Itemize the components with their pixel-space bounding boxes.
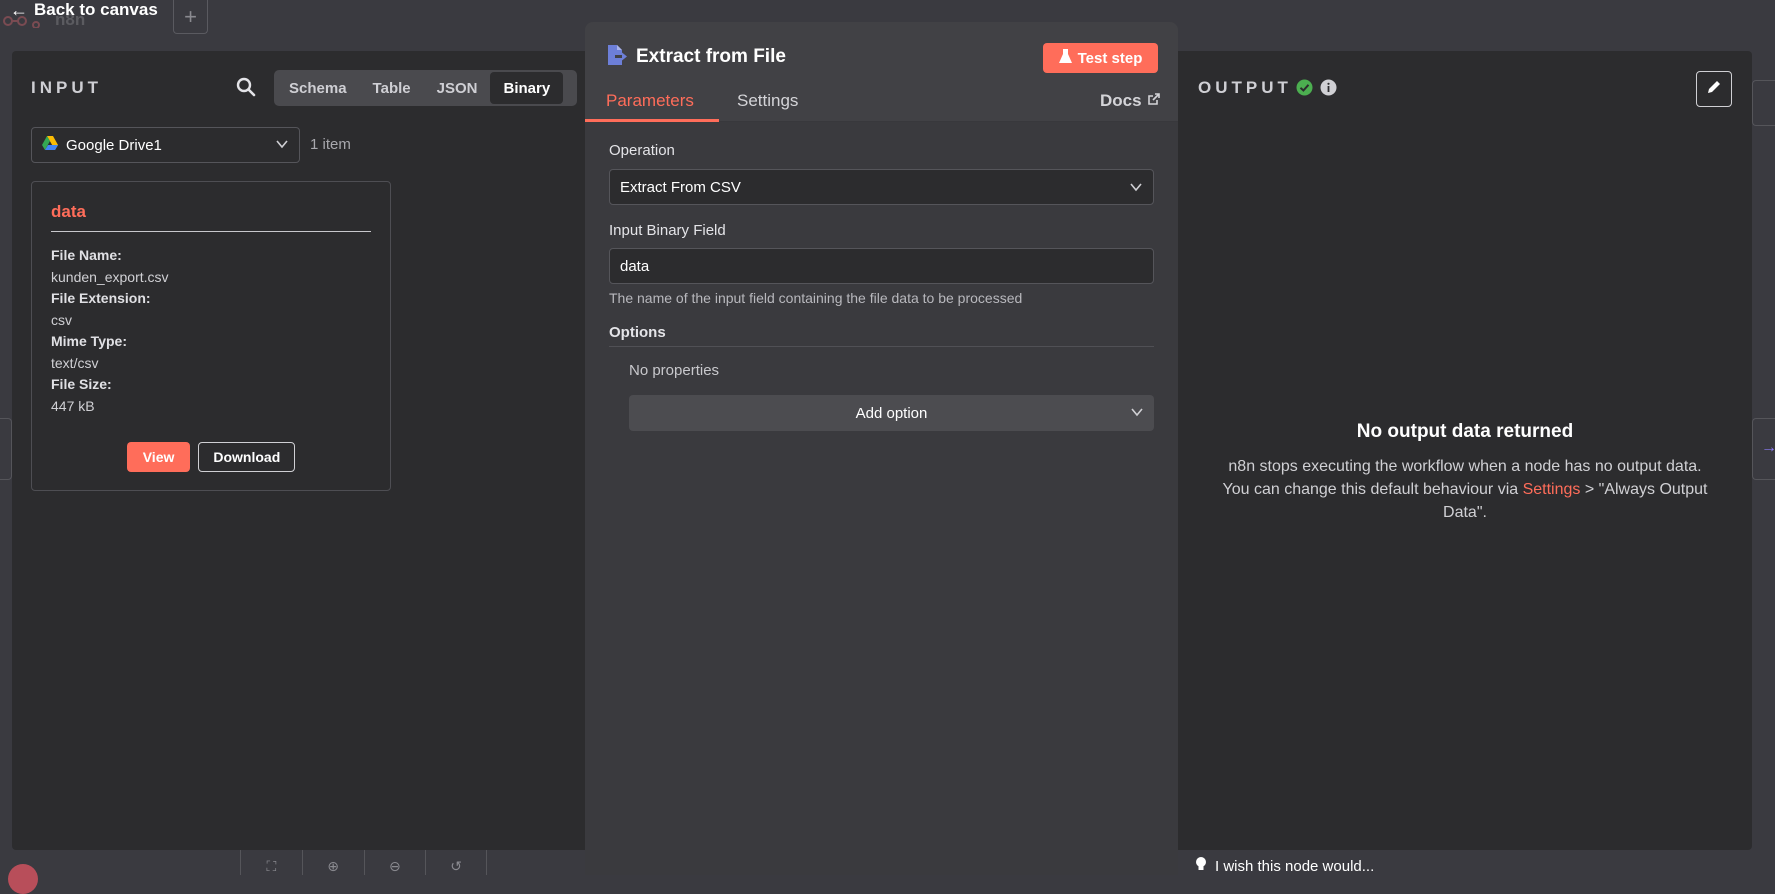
tab-schema[interactable]: Schema bbox=[276, 72, 360, 104]
test-step-label: Test step bbox=[1077, 49, 1143, 67]
docs-label: Docs bbox=[1100, 91, 1142, 110]
node-tabs: Parameters Settings Docs bbox=[585, 88, 1178, 122]
mime-type-value: text/csv bbox=[51, 354, 99, 371]
file-size-value: 447 kB bbox=[51, 397, 95, 414]
mime-type-label: Mime Type: bbox=[51, 333, 127, 349]
google-drive-icon bbox=[42, 136, 58, 154]
left-panel-handle[interactable] bbox=[0, 418, 12, 480]
output-empty-state: No output data returned n8n stops execut… bbox=[1218, 421, 1712, 524]
file-extension-value: csv bbox=[51, 311, 72, 328]
file-extract-icon bbox=[605, 44, 627, 66]
node-parameters-panel: Extract from File Test step Parameters S… bbox=[585, 22, 1178, 875]
tab-table[interactable]: Table bbox=[360, 72, 424, 104]
file-name-label: File Name: bbox=[51, 247, 122, 263]
back-arrow-icon: ← bbox=[10, 0, 28, 20]
options-label: Options bbox=[609, 324, 666, 341]
add-option-button[interactable]: Add option bbox=[629, 395, 1154, 431]
undo-button[interactable]: ↺ bbox=[425, 850, 487, 875]
download-button[interactable]: Download bbox=[198, 442, 296, 472]
operation-select[interactable]: Extract From CSV bbox=[609, 169, 1154, 205]
binary-field-input[interactable]: data bbox=[609, 248, 1154, 284]
feedback-label: I wish this node would... bbox=[1215, 857, 1375, 875]
check-circle-icon bbox=[1296, 79, 1313, 101]
tab-binary[interactable]: Binary bbox=[490, 72, 564, 104]
no-properties-text: No properties bbox=[629, 362, 720, 379]
add-option-label: Add option bbox=[855, 404, 928, 422]
tab-json[interactable]: JSON bbox=[424, 72, 491, 104]
docs-link[interactable]: Docs bbox=[1100, 91, 1160, 111]
add-node-button[interactable]: + bbox=[173, 0, 208, 34]
pencil-icon bbox=[1706, 79, 1722, 100]
binary-field-hint: The name of the input field containing t… bbox=[609, 290, 1023, 306]
edit-output-button[interactable] bbox=[1696, 71, 1732, 107]
right-panel-handle[interactable]: → bbox=[1752, 418, 1775, 480]
canvas-controls: ⛶ ⊕ ⊖ ↺ bbox=[240, 850, 487, 875]
input-panel: INPUT Schema Table JSON Binary Google Dr… bbox=[12, 51, 585, 850]
options-divider bbox=[609, 346, 1154, 347]
operation-value: Extract From CSV bbox=[620, 178, 741, 196]
chevron-down-icon bbox=[275, 137, 289, 155]
binary-data-card: data File Name: kunden_export.csv File E… bbox=[31, 181, 391, 491]
fit-view-button[interactable]: ⛶ bbox=[240, 850, 302, 875]
node-parameters-body: Operation Extract From CSV Input Binary … bbox=[585, 122, 1178, 875]
chevron-down-icon bbox=[1130, 405, 1144, 423]
binary-metadata: File Name: kunden_export.csv File Extens… bbox=[51, 245, 371, 417]
operation-label: Operation bbox=[609, 142, 675, 159]
feedback-link[interactable]: I wish this node would... bbox=[1195, 856, 1374, 876]
external-link-icon bbox=[1147, 91, 1160, 111]
search-icon[interactable] bbox=[235, 76, 257, 98]
chevron-down-icon bbox=[1129, 180, 1143, 198]
test-step-button[interactable]: Test step bbox=[1043, 43, 1158, 73]
binary-field-label: Input Binary Field bbox=[609, 222, 726, 239]
output-empty-title: No output data returned bbox=[1356, 421, 1574, 442]
back-to-canvas-link[interactable]: ← Back to canvas bbox=[10, 0, 158, 20]
node-title[interactable]: Extract from File bbox=[636, 46, 786, 68]
tab-parameters[interactable]: Parameters bbox=[606, 91, 694, 111]
zoom-out-button[interactable]: ⊖ bbox=[363, 850, 426, 875]
zoom-in-button[interactable]: ⊕ bbox=[301, 850, 364, 875]
input-title: INPUT bbox=[31, 78, 102, 97]
binary-property-name: data bbox=[51, 202, 371, 232]
node-header: Extract from File Test step Parameters S… bbox=[585, 22, 1178, 122]
file-size-label: File Size: bbox=[51, 376, 112, 392]
settings-link[interactable]: Settings bbox=[1523, 481, 1581, 498]
input-node-select[interactable]: Google Drive1 bbox=[31, 127, 300, 163]
info-icon[interactable] bbox=[1320, 79, 1337, 101]
file-name-value: kunden_export.csv bbox=[51, 268, 169, 285]
output-empty-text: n8n stops executing the workflow when a … bbox=[1218, 455, 1712, 524]
side-panel-handle[interactable] bbox=[1752, 80, 1775, 126]
input-view-tabs: Schema Table JSON Binary bbox=[274, 70, 577, 106]
binary-actions: View Download bbox=[32, 442, 390, 472]
output-panel: OUTPUT No output data returned n8n stops… bbox=[1178, 51, 1752, 850]
binary-field-value: data bbox=[620, 257, 650, 275]
output-title: OUTPUT bbox=[1198, 78, 1292, 97]
input-node-value: Google Drive1 bbox=[66, 136, 162, 154]
item-count: 1 item bbox=[310, 136, 351, 153]
lightbulb-icon bbox=[1195, 856, 1207, 876]
avatar[interactable] bbox=[8, 864, 38, 894]
flask-icon bbox=[1058, 48, 1072, 68]
view-button[interactable]: View bbox=[126, 442, 191, 472]
tab-settings[interactable]: Settings bbox=[737, 91, 798, 111]
file-extension-label: File Extension: bbox=[51, 290, 151, 306]
back-to-canvas-label: Back to canvas bbox=[34, 0, 158, 19]
